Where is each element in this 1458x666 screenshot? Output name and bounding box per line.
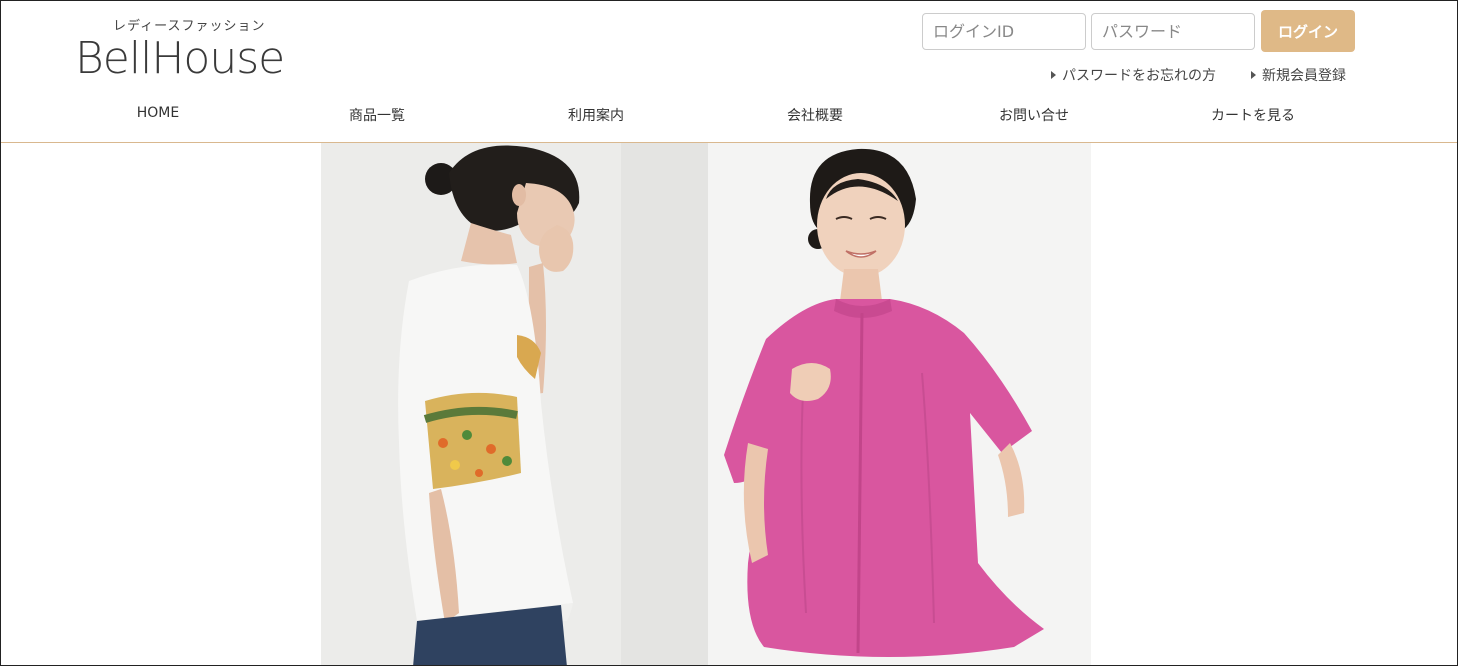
model-white-tshirt-floral-sleeve-photo [321, 143, 708, 665]
nav-item-company[interactable]: 会社概要 [706, 105, 924, 125]
forgot-password-link[interactable]: パスワードをお忘れの方 [1051, 65, 1216, 85]
nav-item-home[interactable]: HOME [49, 105, 267, 121]
logo-tagline: レディースファッション [113, 19, 266, 34]
hero-image-right[interactable] [708, 143, 1091, 665]
hero-image-left[interactable] [321, 143, 708, 665]
login-id-input[interactable] [922, 13, 1086, 50]
register-link[interactable]: 新規会員登録 [1251, 65, 1346, 85]
nav-item-contact[interactable]: お問い合せ [925, 105, 1143, 125]
main-nav: HOME 商品一覧 利用案内 会社概要 お問い合せ カートを見る [49, 105, 1361, 129]
page-frame: レディースファッション BellHouse ログイン パスワードをお忘れの方 新… [0, 0, 1458, 666]
site-logo[interactable]: レディースファッション BellHouse [75, 15, 307, 85]
login-button[interactable]: ログイン [1261, 10, 1355, 52]
forgot-password-label: パスワードをお忘れの方 [1062, 68, 1216, 84]
password-input[interactable] [1091, 13, 1255, 50]
nav-item-guide[interactable]: 利用案内 [487, 105, 705, 125]
register-label: 新規会員登録 [1262, 68, 1346, 84]
nav-item-cart[interactable]: カートを見る [1144, 105, 1362, 125]
nav-item-products[interactable]: 商品一覧 [268, 105, 486, 125]
triangle-right-icon [1051, 71, 1056, 79]
triangle-right-icon [1251, 71, 1256, 79]
model-pink-blouse-photo [708, 143, 1091, 665]
logo-name: BellHouse [75, 33, 285, 84]
